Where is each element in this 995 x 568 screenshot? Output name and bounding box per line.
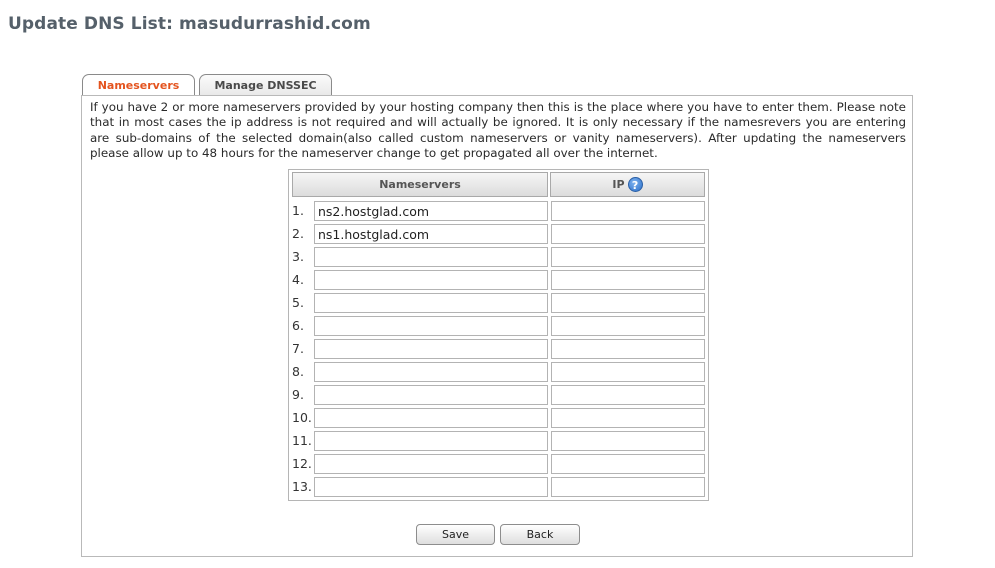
row-number: 6. (292, 318, 304, 333)
nameserver-input[interactable] (314, 293, 548, 313)
nameserver-input[interactable] (314, 454, 548, 474)
ip-input[interactable] (551, 477, 705, 497)
row-number: 11. (292, 433, 312, 448)
ip-input[interactable] (551, 454, 705, 474)
tab-manage-dnssec[interactable]: Manage DNSSEC (199, 74, 332, 95)
nameserver-input[interactable] (314, 247, 548, 267)
table-row: 13. (289, 477, 708, 498)
row-number: 5. (292, 295, 304, 310)
help-icon[interactable]: ? (627, 176, 643, 192)
column-header-ip: IP? (550, 172, 705, 197)
ip-input[interactable] (551, 362, 705, 382)
row-number: 2. (292, 226, 304, 241)
table-row: 10. (289, 408, 708, 429)
table-row: 3. (289, 247, 708, 268)
nameserver-input[interactable] (314, 408, 548, 428)
ip-input[interactable] (551, 316, 705, 336)
page-title: Update DNS List: masudurrashid.com (8, 14, 371, 34)
back-button[interactable]: Back (500, 524, 580, 545)
row-number: 9. (292, 387, 304, 402)
nameservers-panel: If you have 2 or more nameservers provid… (81, 95, 913, 557)
column-header-nameservers: Nameservers (292, 172, 548, 197)
table-row: 1. (289, 201, 708, 222)
table-row: 4. (289, 270, 708, 291)
table-row: 9. (289, 385, 708, 406)
nameserver-input[interactable] (314, 385, 548, 405)
row-number: 10. (292, 410, 312, 425)
table-row: 6. (289, 316, 708, 337)
nameserver-input[interactable] (314, 224, 548, 244)
row-number: 12. (292, 456, 312, 471)
column-header-nameservers-label: Nameservers (379, 178, 461, 191)
ip-input[interactable] (551, 293, 705, 313)
nameserver-input[interactable] (314, 362, 548, 382)
table-row: 5. (289, 293, 708, 314)
row-number: 3. (292, 249, 304, 264)
table-row: 12. (289, 454, 708, 475)
nameserver-input[interactable] (314, 339, 548, 359)
column-header-ip-label: IP (612, 178, 625, 191)
ip-input[interactable] (551, 408, 705, 428)
nameserver-input[interactable] (314, 316, 548, 336)
ip-input[interactable] (551, 201, 705, 221)
ip-input[interactable] (551, 385, 705, 405)
tab-nameservers[interactable]: Nameservers (82, 74, 195, 96)
row-number: 4. (292, 272, 304, 287)
ip-input[interactable] (551, 431, 705, 451)
ip-input[interactable] (551, 247, 705, 267)
table-row: 7. (289, 339, 708, 360)
row-number: 13. (292, 479, 312, 494)
row-number: 8. (292, 364, 304, 379)
ip-input[interactable] (551, 339, 705, 359)
ip-input[interactable] (551, 224, 705, 244)
tab-bar: Nameservers Manage DNSSEC (82, 74, 332, 96)
table-row: 2. (289, 224, 708, 245)
intro-text: If you have 2 or more nameservers provid… (90, 100, 906, 160)
table-row: 8. (289, 362, 708, 383)
save-button[interactable]: Save (416, 524, 495, 545)
row-number: 7. (292, 341, 304, 356)
nameserver-input[interactable] (314, 477, 548, 497)
table-row: 11. (289, 431, 708, 452)
nameserver-input[interactable] (314, 431, 548, 451)
row-number: 1. (292, 203, 304, 218)
nameserver-input[interactable] (314, 201, 548, 221)
ip-input[interactable] (551, 270, 705, 290)
nameserver-input[interactable] (314, 270, 548, 290)
nameserver-table: Nameservers IP? 1. 2. 3. 4. 5. 6. 7. 8. 9. 10. 11.… (288, 169, 709, 501)
